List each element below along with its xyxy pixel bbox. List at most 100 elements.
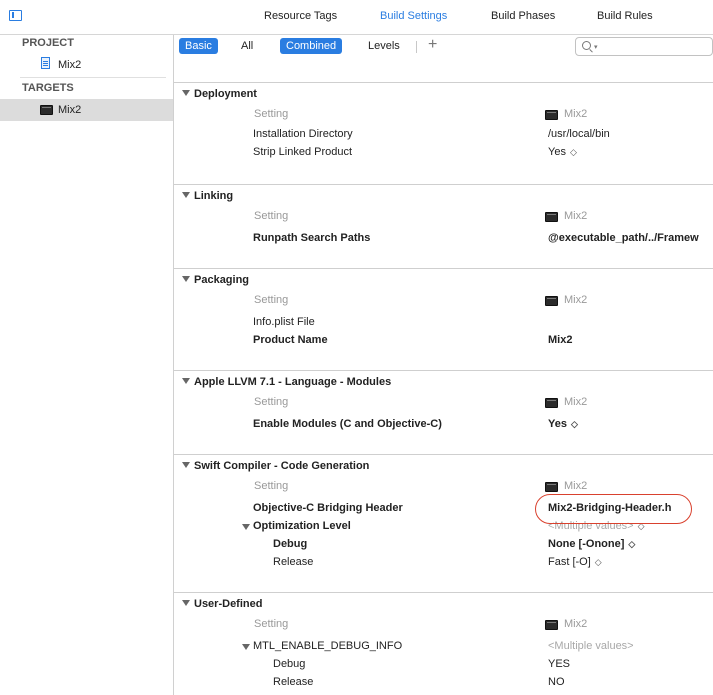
setting-name: Optimization Level — [253, 520, 351, 532]
setting-name: Product Name — [253, 334, 328, 346]
stepper-icon[interactable]: ◇ — [595, 557, 602, 567]
terminal-target-icon — [545, 110, 558, 120]
setting-name: MTL_ENABLE_DEBUG_INFO — [253, 640, 403, 652]
setting-column-header: Setting — [254, 210, 289, 222]
setting-column-header: Setting — [254, 108, 289, 120]
disclosure-triangle-icon[interactable] — [182, 600, 190, 606]
setting-name: Debug — [273, 658, 306, 670]
sidebar-toggle-icon[interactable] — [9, 10, 22, 21]
setting-row[interactable]: Runpath Search Paths @executable_path/..… — [174, 230, 713, 248]
search-field[interactable]: ▾ — [575, 37, 713, 56]
basic-filter-button[interactable]: Basic — [179, 38, 218, 54]
setting-value[interactable]: Mix2 — [548, 334, 572, 346]
target-column-header: Mix2 — [564, 480, 588, 492]
tab-build-rules[interactable]: Build Rules — [597, 10, 653, 22]
targets-header: TARGETS — [22, 82, 74, 94]
setting-row[interactable]: Strip Linked Product Yes ◇ — [174, 144, 713, 162]
disclosure-triangle-icon[interactable] — [242, 524, 250, 530]
setting-row[interactable]: Debug None [-Onone] ◇ — [174, 536, 713, 554]
setting-row[interactable]: Debug YES — [174, 656, 713, 674]
search-icon — [582, 41, 591, 50]
disclosure-triangle-icon[interactable] — [242, 644, 250, 650]
column-header-row: Setting Mix2 — [174, 394, 713, 412]
project-file-icon — [41, 57, 50, 69]
terminal-target-icon — [545, 212, 558, 222]
section-title: Swift Compiler - Code Generation — [194, 460, 370, 472]
section-divider — [174, 82, 713, 83]
section-title: Linking — [194, 190, 234, 202]
editor-top-bar: Resource Tags Build Settings Build Phase… — [0, 0, 713, 35]
disclosure-triangle-icon[interactable] — [182, 378, 190, 384]
setting-name: Enable Modules (C and Objective-C) — [253, 418, 442, 430]
setting-value[interactable]: /usr/local/bin — [548, 128, 610, 140]
disclosure-triangle-icon[interactable] — [182, 192, 190, 198]
section-divider — [174, 370, 713, 371]
setting-column-header: Setting — [254, 618, 289, 630]
value-text: Yes — [548, 418, 567, 430]
stepper-icon[interactable]: ◇ — [570, 147, 577, 157]
value-text: Fast [-O] — [548, 556, 591, 568]
setting-value[interactable]: NO — [548, 676, 565, 688]
disclosure-triangle-icon[interactable] — [182, 90, 190, 96]
setting-value[interactable]: Yes ◇ — [548, 418, 578, 430]
add-setting-button[interactable]: + — [428, 36, 437, 54]
stepper-icon[interactable]: ◇ — [571, 419, 578, 429]
sidebar-item-project[interactable]: Mix2 — [0, 54, 173, 76]
setting-row[interactable]: MTL_ENABLE_DEBUG_INFO <Multiple values> — [174, 638, 713, 656]
bridging-header-highlight-ring — [535, 494, 692, 524]
section-divider — [174, 454, 713, 455]
levels-view-button[interactable]: Levels — [362, 38, 406, 54]
value-text: Yes — [548, 146, 566, 158]
target-column-header: Mix2 — [564, 210, 588, 222]
setting-value[interactable]: None [-Onone] ◇ — [548, 538, 635, 550]
sidebar-item-target[interactable]: Mix2 — [0, 99, 173, 121]
setting-name: Info.plist File — [253, 316, 315, 328]
column-header-row: Setting Mix2 — [174, 106, 713, 124]
section-title: Deployment — [194, 88, 257, 100]
setting-row[interactable]: Info.plist File — [174, 314, 713, 332]
filter-divider — [416, 41, 417, 53]
target-item-label: Mix2 — [58, 104, 82, 116]
terminal-target-icon — [40, 105, 53, 115]
chevron-down-icon: ▾ — [594, 44, 598, 51]
setting-name: Strip Linked Product — [253, 146, 353, 158]
all-filter-button[interactable]: All — [235, 38, 259, 54]
setting-value[interactable]: YES — [548, 658, 570, 670]
stepper-icon[interactable]: ◇ — [628, 539, 635, 549]
tab-resource-tags[interactable]: Resource Tags — [264, 10, 337, 22]
tab-build-phases[interactable]: Build Phases — [491, 10, 555, 22]
setting-column-header: Setting — [254, 480, 289, 492]
value-text: None [-Onone] — [548, 538, 625, 550]
terminal-target-icon — [545, 296, 558, 306]
terminal-target-icon — [545, 482, 558, 492]
column-header-row: Setting Mix2 — [174, 616, 713, 634]
setting-value[interactable]: Fast [-O] ◇ — [548, 556, 602, 568]
combined-view-button[interactable]: Combined — [280, 38, 343, 54]
section-divider — [174, 184, 713, 185]
setting-row[interactable]: Release Fast [-O] ◇ — [174, 554, 713, 572]
target-column-header: Mix2 — [564, 618, 588, 630]
target-column-header: Mix2 — [564, 108, 588, 120]
project-header: PROJECT — [22, 37, 74, 49]
target-column-header: Mix2 — [564, 396, 588, 408]
setting-name: Objective-C Bridging Header — [253, 502, 403, 514]
setting-row[interactable]: Installation Directory /usr/local/bin — [174, 126, 713, 144]
build-settings-editor: Basic All Combined Levels + ▾ Deployment… — [174, 35, 713, 695]
setting-name: Release — [273, 676, 314, 688]
column-header-row: Setting Mix2 — [174, 292, 713, 310]
disclosure-triangle-icon[interactable] — [182, 462, 190, 468]
setting-column-header: Setting — [254, 396, 289, 408]
setting-row[interactable]: Release NO — [174, 674, 713, 692]
column-header-row: Setting Mix2 — [174, 208, 713, 226]
disclosure-triangle-icon[interactable] — [182, 276, 190, 282]
filter-bar: Basic All Combined Levels + ▾ — [174, 35, 713, 61]
setting-name: Release — [273, 556, 314, 568]
tab-build-settings[interactable]: Build Settings — [380, 10, 447, 22]
setting-value[interactable]: @executable_path/../Framew — [548, 232, 699, 244]
target-column-header: Mix2 — [564, 294, 588, 306]
setting-value[interactable]: Yes ◇ — [548, 146, 577, 158]
section-title: Packaging — [194, 274, 250, 286]
setting-row[interactable]: Product Name Mix2 — [174, 332, 713, 350]
setting-row[interactable]: Enable Modules (C and Objective-C) Yes ◇ — [174, 416, 713, 434]
setting-value[interactable]: <Multiple values> — [548, 640, 634, 652]
